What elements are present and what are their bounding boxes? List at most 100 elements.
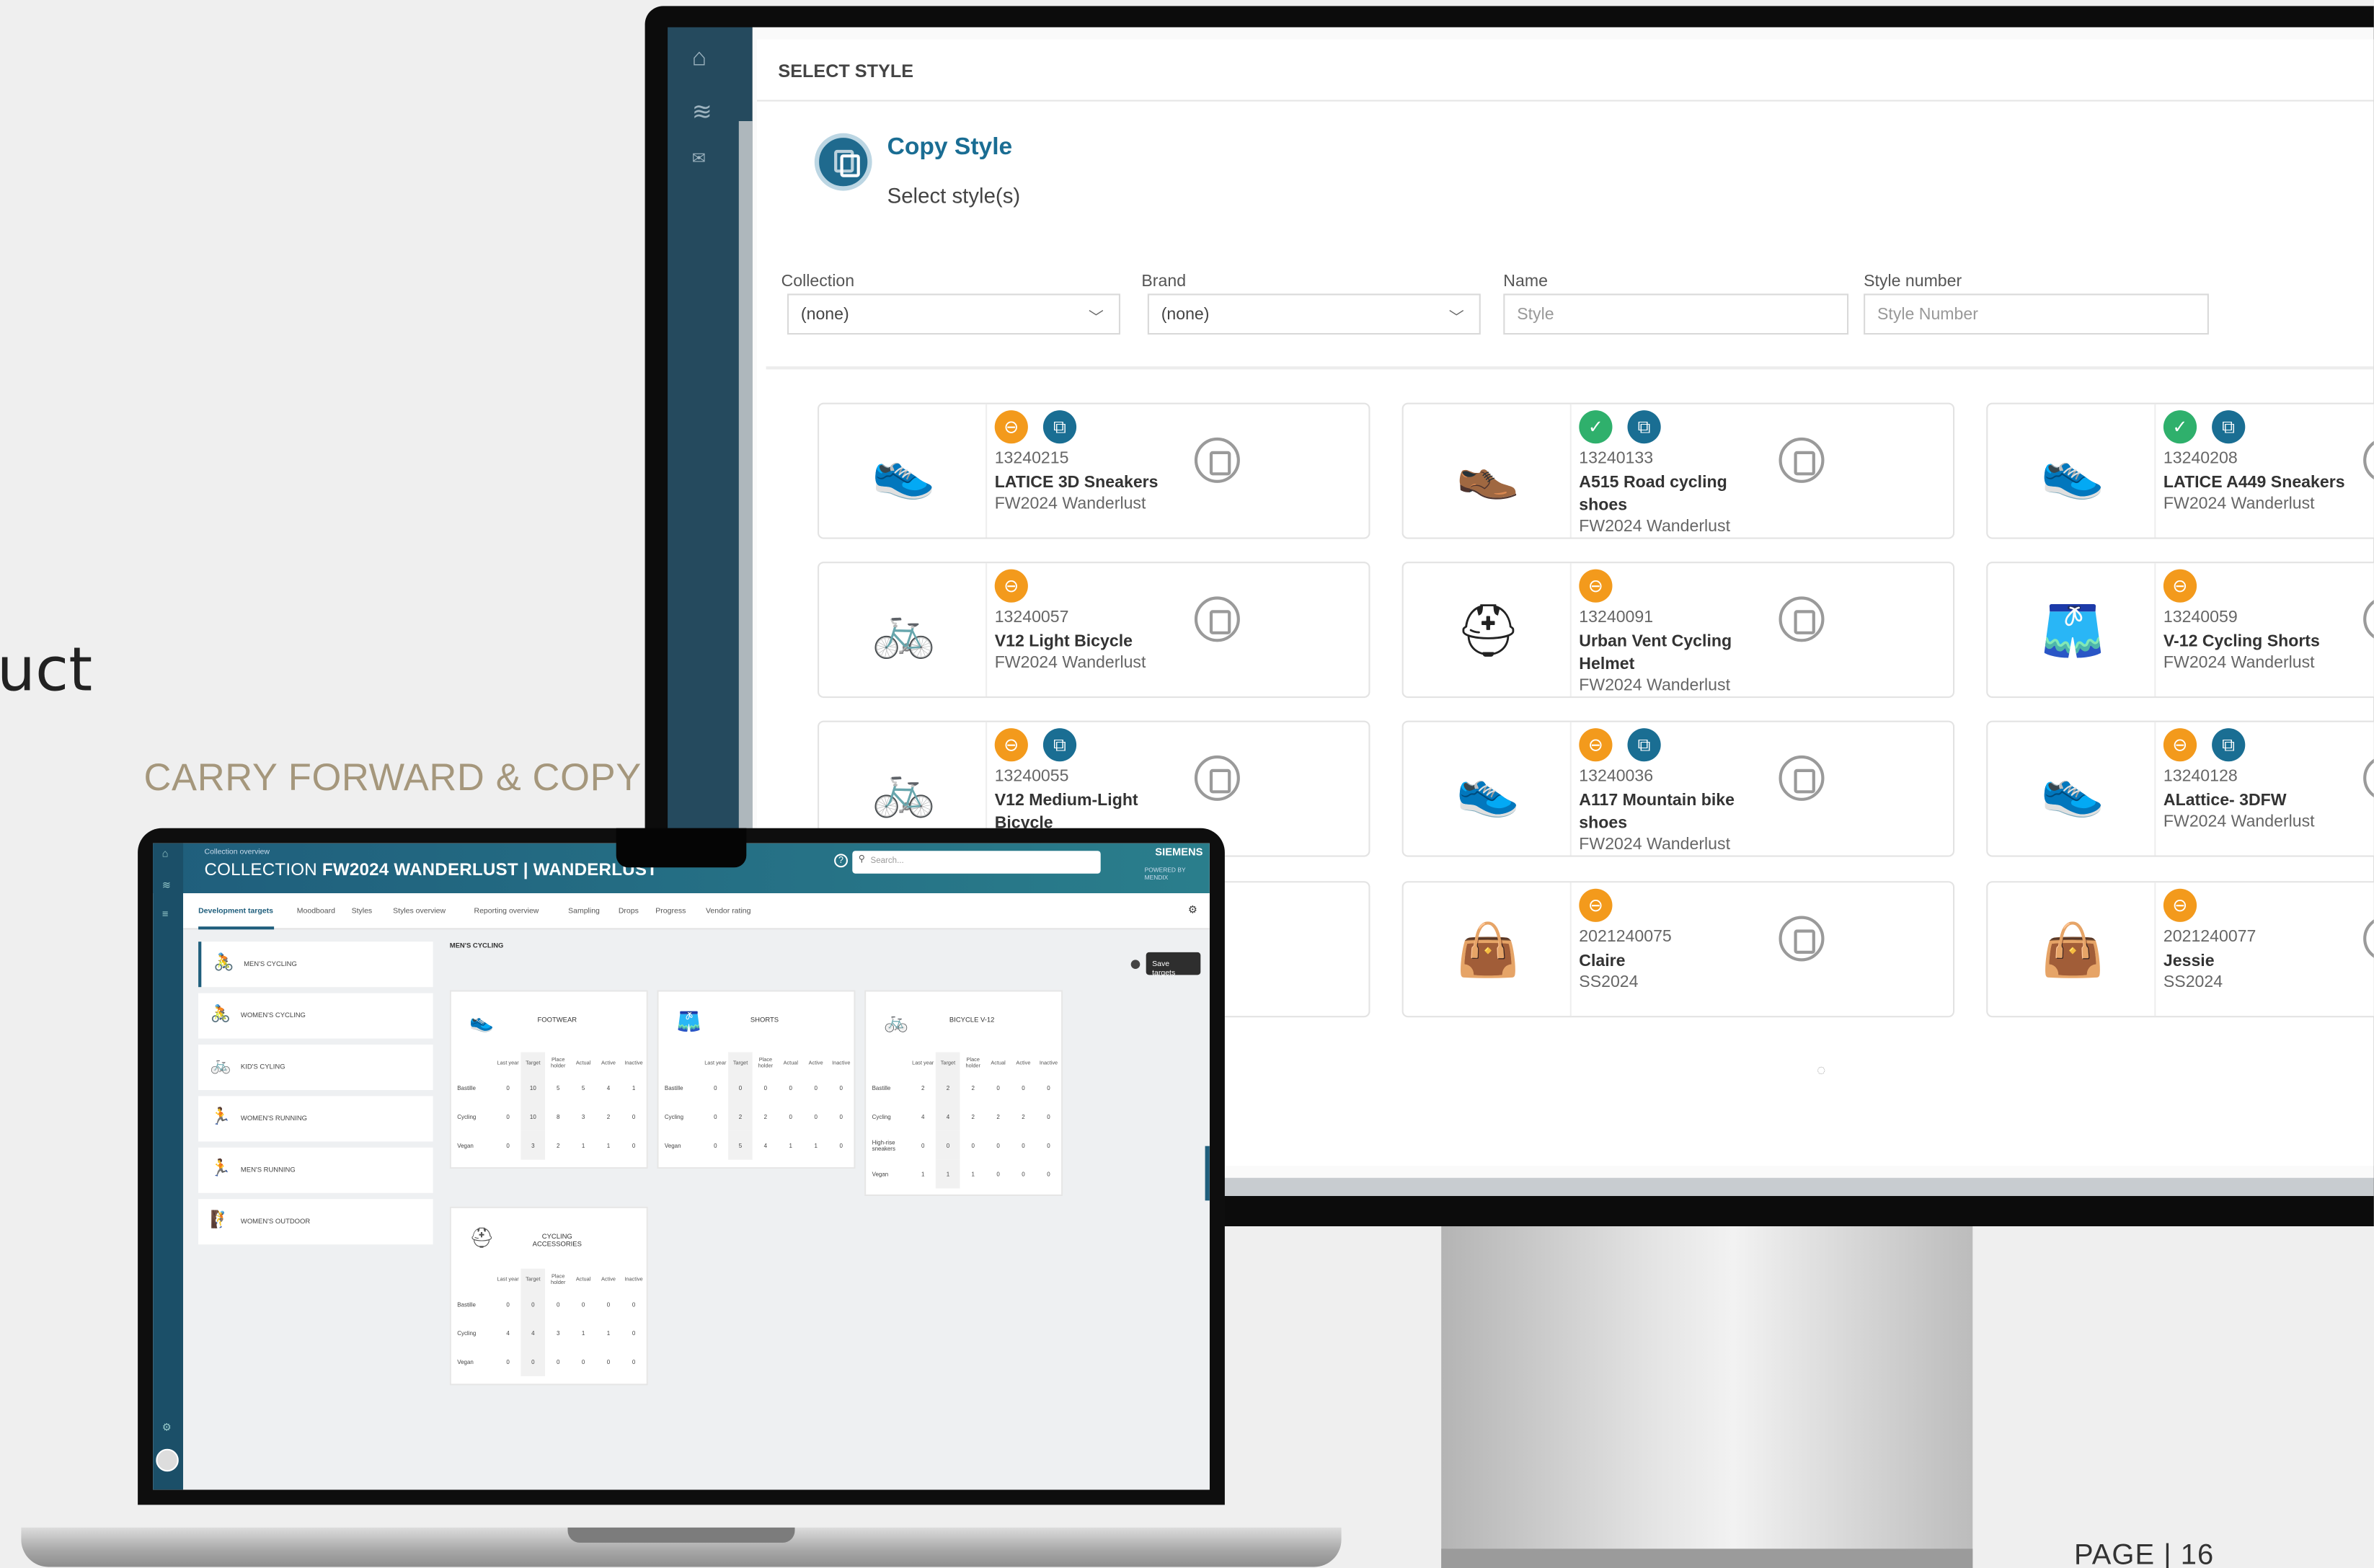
style-card[interactable]: 👟 ⊖ ⧉ 13240215 LATICE 3D Sneakers FW2024 Wand…: [818, 402, 1370, 539]
target-input[interactable]: 2: [727, 1102, 753, 1131]
table-cell: 0: [506, 1358, 510, 1365]
table-cell: 2: [556, 1142, 560, 1148]
column-header: Target: [935, 1052, 961, 1073]
settings-icon[interactable]: ⚙: [162, 1422, 172, 1434]
tab-styles-overview[interactable]: Styles overview: [393, 907, 446, 916]
sidebar-item-men-s-cycling[interactable]: 🚴 MEN'S CYCLING: [198, 942, 433, 988]
tab-sampling[interactable]: Sampling: [568, 907, 600, 916]
target-input[interactable]: 0: [520, 1347, 546, 1376]
laptop-groove: [567, 1527, 795, 1543]
sidebar-item-women-s-running[interactable]: 🏃 WOMEN'S RUNNING: [198, 1096, 433, 1142]
table-cell: Cycling: [664, 1113, 684, 1120]
sidebar-item-kid-s-cyling[interactable]: 🚲 KID'S CYLING: [198, 1044, 433, 1090]
table-cell: High-rise sneakers: [872, 1139, 895, 1152]
style-card[interactable]: 👟 ✓ ⧉ 13240208 LATICE A449 Sneakers FW2024 Wa…: [1986, 402, 2374, 539]
copy-icon-button[interactable]: [1779, 916, 1825, 962]
style-card[interactable]: 👟 ⊖ ⧉ 13240036 A117 Mountain bike shoes FW202…: [1401, 720, 1955, 857]
name-input[interactable]: Style: [1503, 293, 1849, 335]
style-card[interactable]: 🩳 ⊖ 13240059 V-12 Cycling Shorts FW2024 Wand…: [1986, 562, 2374, 699]
tab-moodboard[interactable]: Moodboard: [297, 907, 335, 916]
style-card[interactable]: 👞 ✓ ⧉ 13240133 A515 Road cycling shoes FW2024…: [1401, 402, 1955, 539]
collection-select[interactable]: (none) ﹀: [787, 293, 1120, 335]
divider: [766, 366, 2374, 370]
column-header: [457, 1052, 495, 1073]
target-input[interactable]: 0: [935, 1130, 961, 1160]
table-cell: 0: [632, 1358, 636, 1365]
avatar[interactable]: [156, 1448, 179, 1472]
target-input[interactable]: 3: [520, 1130, 546, 1160]
column-header: Place holder: [551, 1273, 566, 1285]
style-name: A117 Mountain bike shoes: [1579, 792, 1735, 833]
target-input[interactable]: 0: [727, 1073, 753, 1102]
breadcrumb[interactable]: Collection overview: [205, 848, 270, 857]
save-targets-button[interactable]: Save targets: [1146, 952, 1201, 978]
target-input[interactable]: 1: [935, 1159, 961, 1189]
copy-icon-button[interactable]: [2363, 916, 2374, 962]
sidebar-item-women-s-cycling[interactable]: 🚴 WOMEN'S CYCLING: [198, 993, 433, 1039]
copy-icon-button[interactable]: [1194, 437, 1240, 483]
home-icon[interactable]: ⌂: [692, 45, 707, 73]
target-input[interactable]: 10: [520, 1073, 546, 1102]
layers-icon[interactable]: ≋: [692, 97, 712, 127]
brand-select[interactable]: (none) ﹀: [1147, 293, 1481, 335]
table-cell: Cycling: [872, 1113, 891, 1120]
copy-icon-button[interactable]: [1194, 755, 1240, 801]
mail-icon[interactable]: ✉: [692, 149, 706, 168]
chevron-down-icon: ﹀: [1448, 310, 1464, 327]
style-card[interactable]: ⛑ ⊖ 13240091 Urban Vent Cycling Helmet FW202…: [1401, 562, 1955, 699]
column-header: Inactive: [624, 1059, 643, 1066]
table-cell: 4: [506, 1329, 510, 1337]
copy-icon-button[interactable]: [2363, 437, 2374, 483]
target-input[interactable]: 4: [520, 1319, 546, 1347]
table-cell: 2: [971, 1113, 975, 1120]
info-icon[interactable]: [1130, 960, 1141, 969]
style-collection: SS2024: [2163, 973, 2223, 992]
activity-icon: 🚴: [213, 954, 234, 973]
copy-style-icon: [814, 133, 872, 191]
tab-styles[interactable]: Styles: [352, 907, 373, 916]
settings-icon[interactable]: ⚙: [1188, 904, 1197, 916]
copy-icon-button[interactable]: [1194, 596, 1240, 642]
help-icon[interactable]: ?: [834, 854, 848, 868]
style-number: 13240036: [1579, 767, 1654, 786]
copy-icon-button[interactable]: [1779, 437, 1825, 483]
table-cell: 4: [921, 1113, 925, 1120]
style-card[interactable]: 👜 ⊖ 2021240077 Jessie SS2024: [1986, 881, 2374, 1018]
copy-icon-button[interactable]: [2363, 596, 2374, 642]
style-card[interactable]: 👟 ⊖ ⧉ 13240128 ALattice- 3DFW FW2024 Wanderlu…: [1986, 720, 2374, 857]
style-number-input[interactable]: Style Number: [1864, 293, 2209, 335]
target-input[interactable]: 10: [520, 1102, 546, 1131]
style-number: 13240057: [994, 608, 1069, 627]
target-input[interactable]: 5: [727, 1130, 753, 1160]
style-name: LATICE A449 Sneakers: [2163, 474, 2345, 492]
style-card[interactable]: 👜 ⊖ 2021240075 Claire SS2024: [1401, 881, 1955, 1018]
dialog-title: SELECT STYLE: [778, 61, 914, 82]
sidebar-item-women-s-outdoor[interactable]: 🧗 WOMEN'S OUTDOOR: [198, 1199, 433, 1245]
tab-development-targets[interactable]: Development targets: [198, 907, 273, 916]
tab-drops[interactable]: Drops: [619, 907, 639, 916]
home-icon[interactable]: ⌂: [162, 849, 169, 860]
target-input[interactable]: 2: [935, 1073, 961, 1102]
tab-progress[interactable]: Progress: [655, 907, 686, 916]
sidebar-item-men-s-running[interactable]: 🏃 MEN'S RUNNING: [198, 1147, 433, 1193]
style-card[interactable]: 🚲 ⊖ 13240057 V12 Light Bicycle FW2024 Wander…: [818, 562, 1370, 699]
tab-vendor-rating[interactable]: Vendor rating: [706, 907, 750, 916]
column-header: [457, 1269, 495, 1290]
column-header: Place holder: [551, 1056, 566, 1069]
target-input[interactable]: 0: [520, 1290, 546, 1319]
table-cell: Vegan: [457, 1142, 474, 1148]
menu-icon[interactable]: ≡: [162, 910, 169, 921]
layers-icon[interactable]: ≋: [162, 880, 171, 892]
copy-icon-button[interactable]: [1779, 596, 1825, 642]
table-cell: 1: [632, 1084, 636, 1091]
table-cell: 0: [632, 1113, 636, 1120]
search-input[interactable]: Search...: [852, 851, 1101, 874]
table-cell: 0: [506, 1142, 510, 1148]
copy-icon-button[interactable]: [2363, 755, 2374, 801]
monitor-stand-shadow: [1441, 1549, 1973, 1568]
target-input[interactable]: 4: [935, 1102, 961, 1131]
scrollbar[interactable]: [1205, 1146, 1210, 1201]
table-cell: 3: [556, 1329, 560, 1337]
copy-icon-button[interactable]: [1779, 755, 1825, 801]
tab-reporting-overview[interactable]: Reporting overview: [474, 907, 539, 916]
